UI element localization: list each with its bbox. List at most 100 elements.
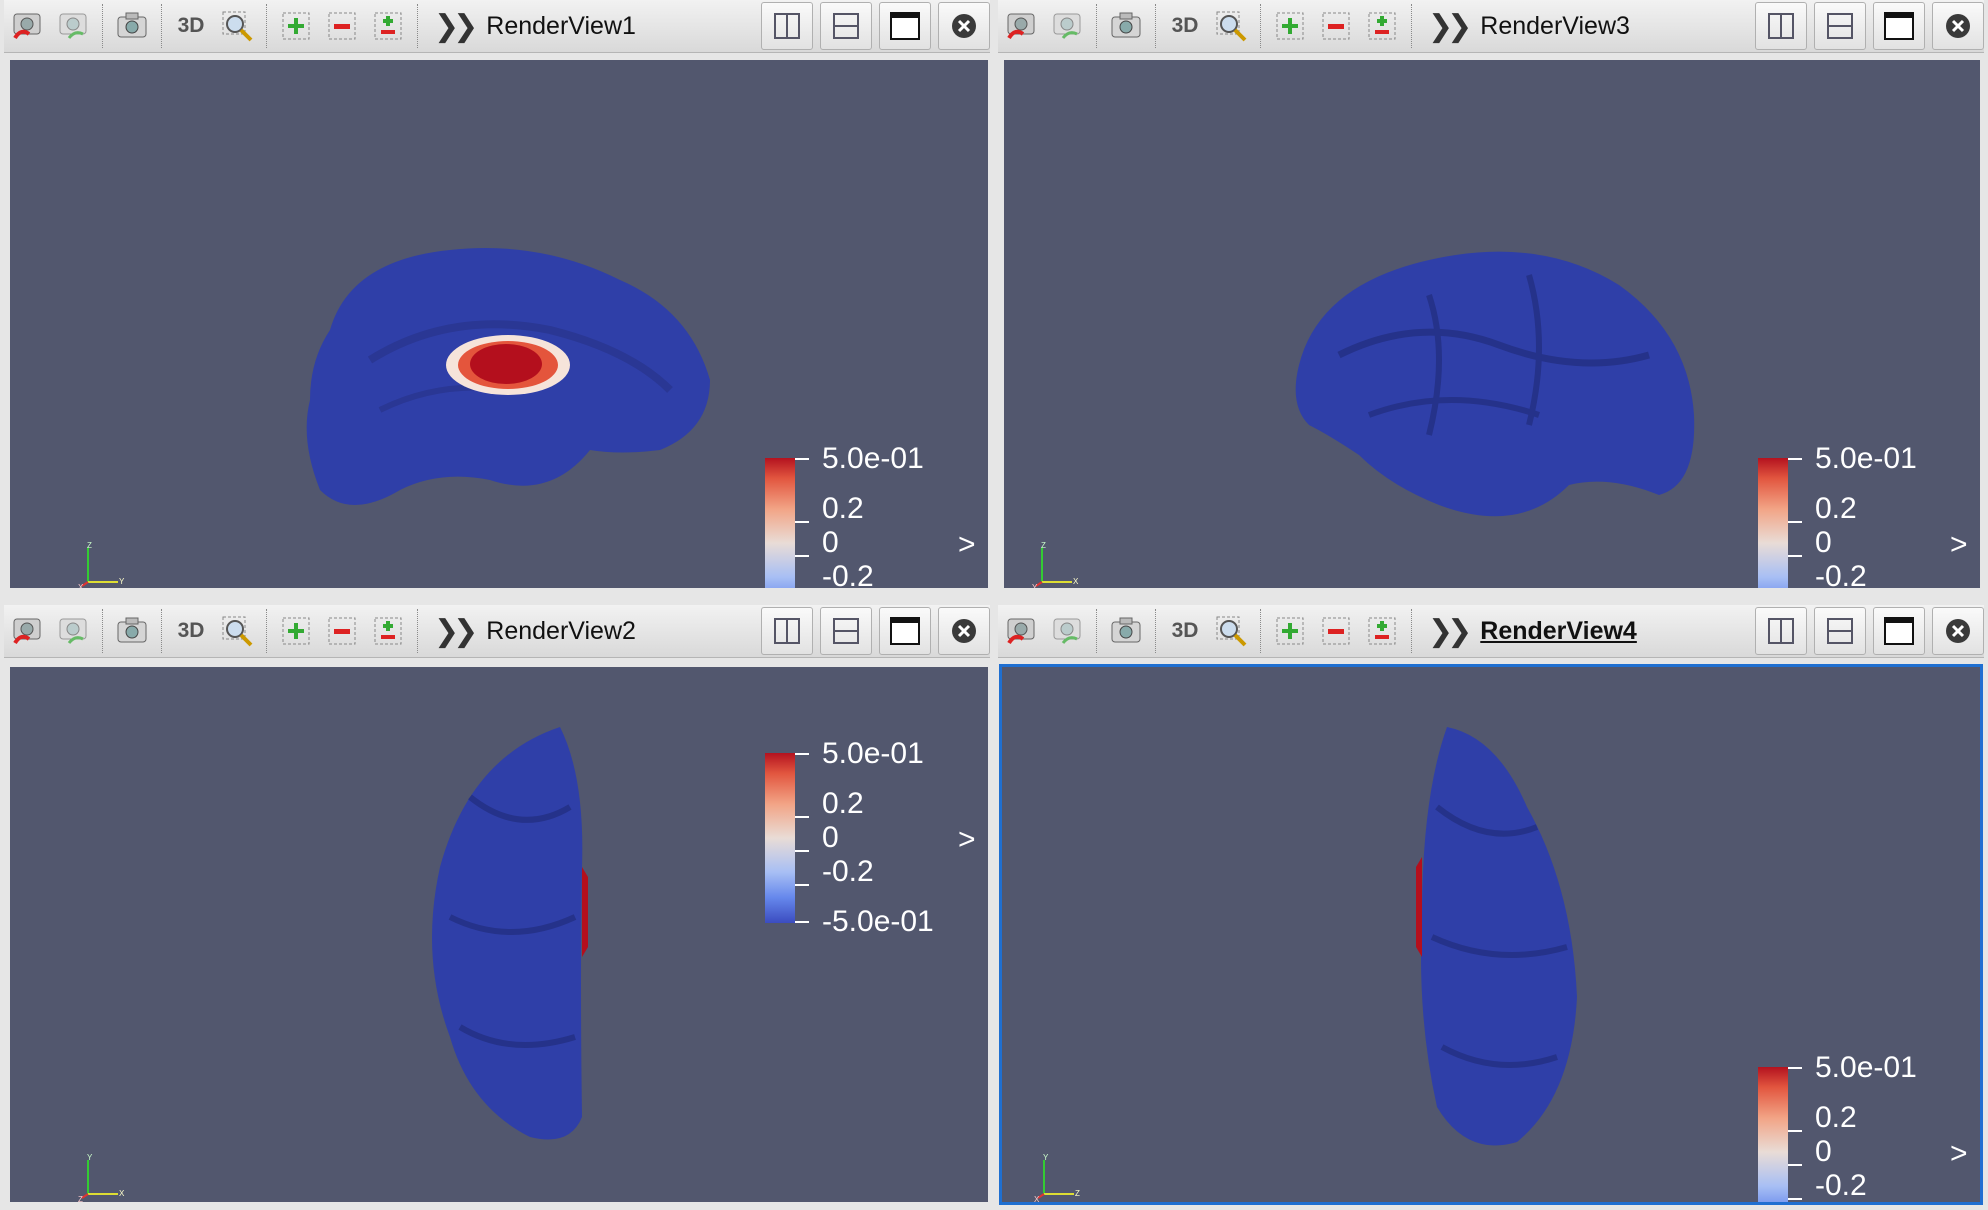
legend-label: 0.2 <box>822 787 864 820</box>
render-viewport[interactable]: 5.0e-010.20-0.2-5.0e-01 > Y X Z <box>999 664 1983 1205</box>
screenshot-icon[interactable] <box>1103 609 1149 653</box>
chevron-double-right-icon[interactable]: ❯❯ <box>434 614 478 649</box>
brain-surface <box>306 248 710 505</box>
chevron-double-right-icon[interactable]: ❯❯ <box>1428 9 1472 44</box>
select-minus-icon[interactable] <box>319 609 365 653</box>
axis-label-right: Y <box>119 577 125 586</box>
select-toggle-icon[interactable] <box>1359 4 1405 48</box>
expand-chevron-icon[interactable]: > <box>958 528 976 562</box>
reset-camera-icon[interactable] <box>4 4 50 48</box>
3d-toggle-button[interactable]: 3D <box>1162 609 1208 653</box>
legend-tick <box>1788 1130 1802 1132</box>
legend-label: 5.0e-01 <box>1815 1051 1917 1084</box>
legend-label: -0.2 <box>822 560 874 589</box>
toolbar-separator <box>102 609 103 653</box>
maximize-icon <box>890 12 920 40</box>
view-title-area[interactable]: ❯❯ RenderView1 <box>434 9 754 44</box>
split-vertical-icon <box>833 618 859 644</box>
reset-camera-closest-icon[interactable] <box>50 4 96 48</box>
maximize-button[interactable] <box>1873 607 1925 655</box>
brain-surface <box>1295 251 1695 517</box>
split-horizontal-button[interactable] <box>761 607 813 655</box>
split-horizontal-button[interactable] <box>1755 607 1807 655</box>
select-toggle-icon[interactable] <box>1359 609 1405 653</box>
3d-toggle-button[interactable]: 3D <box>1162 4 1208 48</box>
expand-chevron-icon[interactable]: > <box>958 823 976 857</box>
close-view-button[interactable] <box>1932 607 1984 655</box>
brain-surface <box>1416 727 1577 1146</box>
split-vertical-button[interactable] <box>820 607 872 655</box>
view-title[interactable]: RenderView3 <box>1480 12 1630 41</box>
screenshot-icon[interactable] <box>1103 4 1149 48</box>
expand-chevron-icon[interactable]: > <box>1950 528 1968 562</box>
select-toggle-icon[interactable] <box>365 609 411 653</box>
select-plus-icon[interactable] <box>1267 4 1313 48</box>
select-plus-icon[interactable] <box>273 609 319 653</box>
3d-toggle-button[interactable]: 3D <box>168 4 214 48</box>
maximize-button[interactable] <box>879 607 931 655</box>
view-title[interactable]: RenderView1 <box>486 12 636 41</box>
reset-camera-icon[interactable] <box>998 609 1044 653</box>
color-legend-bar <box>1758 1067 1788 1202</box>
zoom-to-box-icon[interactable] <box>1208 4 1254 48</box>
maximize-button[interactable] <box>879 2 931 50</box>
screenshot-icon[interactable] <box>109 4 155 48</box>
select-minus-icon[interactable] <box>1313 4 1359 48</box>
toolbar-separator <box>102 4 103 48</box>
reset-camera-closest-icon[interactable] <box>1044 4 1090 48</box>
render-viewport[interactable]: 5.0e-010.20-0.2-5.0e-01 > Z Y X <box>1004 60 1980 588</box>
screenshot-icon[interactable] <box>109 609 155 653</box>
expand-chevron-icon[interactable]: > <box>1950 1137 1968 1171</box>
render-view-pane-rv3: 3D ❯❯ RenderView3 5.0e-01 0.2 0 -0.2 > Z… <box>998 0 1984 600</box>
zoom-to-box-icon[interactable] <box>214 4 260 48</box>
select-toggle-icon[interactable] <box>365 4 411 48</box>
3d-toggle-button[interactable]: 3D <box>168 609 214 653</box>
reset-camera-closest-icon[interactable] <box>1044 609 1090 653</box>
legend-tick <box>795 884 809 886</box>
legend-tick <box>1788 1164 1802 1166</box>
3d-label: 3D <box>1171 14 1199 37</box>
view-title[interactable]: RenderView2 <box>486 617 636 646</box>
view-title-area[interactable]: ❯❯ RenderView3 <box>1428 9 1748 44</box>
close-view-button[interactable] <box>1932 2 1984 50</box>
close-view-button[interactable] <box>938 2 990 50</box>
split-horizontal-button[interactable] <box>1755 2 1807 50</box>
color-legend-bar <box>765 458 795 588</box>
view-title-area[interactable]: ❯❯ RenderView2 <box>434 614 754 649</box>
zoom-to-box-icon[interactable] <box>214 609 260 653</box>
view-toolbar: 3D ❯❯ RenderView2 <box>4 605 990 658</box>
legend-label: -5.0e-01 <box>822 905 934 938</box>
render-viewport[interactable]: 5.0e-010.20-0.2-5.0e-01 > Z X Y <box>10 60 988 588</box>
legend-label: 0 <box>1815 526 1832 559</box>
split-vertical-button[interactable] <box>1814 607 1866 655</box>
legend-tick <box>1788 521 1802 523</box>
legend-label: 0.2 <box>822 492 864 525</box>
reset-camera-icon[interactable] <box>998 4 1044 48</box>
reset-camera-closest-icon[interactable] <box>50 609 96 653</box>
zoom-to-box-icon[interactable] <box>1208 609 1254 653</box>
render-viewport[interactable]: 5.0e-01 0.2 0 -0.2 -5.0e-01 > Y Z X <box>10 667 988 1202</box>
split-vertical-button[interactable] <box>820 2 872 50</box>
split-vertical-button[interactable] <box>1814 2 1866 50</box>
split-horizontal-button[interactable] <box>761 2 813 50</box>
select-minus-icon[interactable] <box>319 4 365 48</box>
select-plus-icon[interactable] <box>1267 609 1313 653</box>
toolbar-separator <box>1260 4 1261 48</box>
reset-camera-icon[interactable] <box>4 609 50 653</box>
axis-label-right: Z <box>1075 1189 1080 1198</box>
maximize-button[interactable] <box>1873 2 1925 50</box>
view-title[interactable]: RenderView4 <box>1480 617 1637 646</box>
select-plus-icon[interactable] <box>273 4 319 48</box>
toolbar-separator <box>417 609 418 653</box>
split-horizontal-icon <box>1768 618 1794 644</box>
close-view-button[interactable] <box>938 607 990 655</box>
toolbar-separator <box>266 4 267 48</box>
maximize-icon <box>890 617 920 645</box>
legend-label: 5.0e-01 <box>1815 442 1917 475</box>
view-title-area[interactable]: ❯❯ RenderView4 <box>1428 614 1748 649</box>
select-minus-icon[interactable] <box>1313 609 1359 653</box>
chevron-double-right-icon[interactable]: ❯❯ <box>1428 614 1472 649</box>
chevron-double-right-icon[interactable]: ❯❯ <box>434 9 478 44</box>
legend-tick <box>795 921 809 923</box>
legend-tick <box>1788 1198 1802 1200</box>
